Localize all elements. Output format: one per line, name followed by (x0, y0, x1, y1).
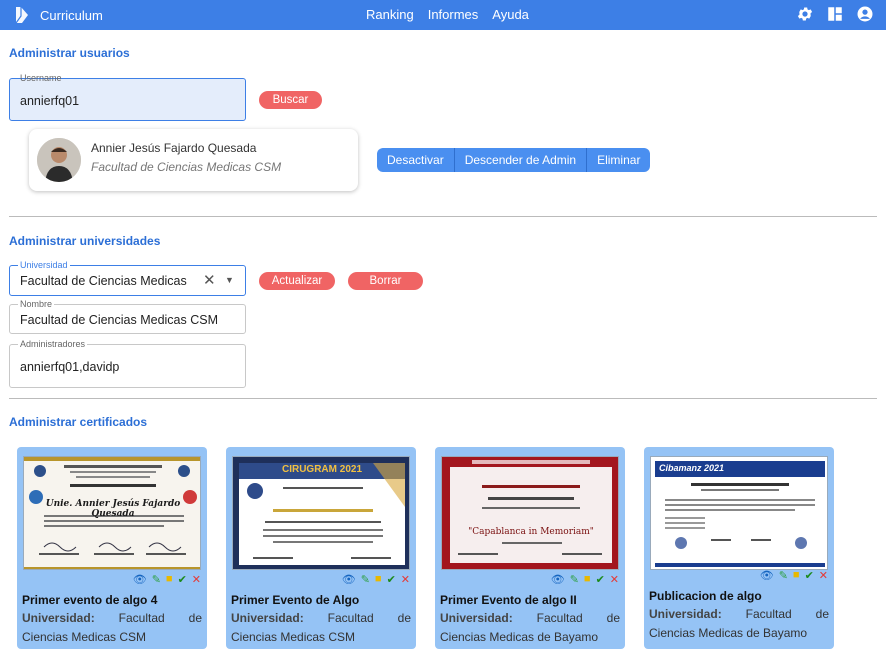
nav-ranking[interactable]: Ranking (366, 7, 414, 22)
university-label: Universidad (18, 259, 70, 271)
avatar (37, 138, 81, 182)
view-icon[interactable]: 👁 (760, 569, 774, 582)
app-title: Curriculum (40, 7, 103, 23)
reject-icon[interactable]: ✕ (610, 573, 619, 586)
delete-university-button[interactable]: Borrar (348, 272, 423, 290)
username-field[interactable]: Username annierfq01 (9, 73, 246, 121)
reject-icon[interactable]: ✕ (819, 569, 828, 582)
reject-icon[interactable]: ✕ (192, 573, 201, 586)
name-label: Nombre (18, 298, 55, 310)
approve-icon[interactable]: ✔ (178, 573, 187, 586)
edit-icon[interactable]: ✎ (361, 573, 370, 586)
edit-icon[interactable]: ✎ (779, 569, 788, 582)
chevron-down-icon[interactable]: ▼ (225, 275, 234, 285)
certificate-thumbnail[interactable]: Cibamanz 2021 (650, 456, 828, 570)
search-button[interactable]: Buscar (259, 91, 322, 109)
name-field[interactable]: Nombre Facultad de Ciencias Medicas CSM (9, 298, 246, 334)
logo-icon (15, 7, 28, 24)
user-faculty: Facultad de Ciencias Medicas CSM (91, 160, 282, 174)
certificate-card[interactable]: CIRUGRAM 2021 👁 ✎ ■ ✔ ✕ Primer Evento de… (226, 447, 416, 649)
certificate-thumbnail-text: Unie. Annier Jesús Fajardo Quesada (45, 499, 181, 519)
delete-user-button[interactable]: Eliminar (587, 148, 651, 172)
admins-value: annierfq01,davidp (20, 360, 120, 374)
folder-icon[interactable]: ■ (166, 573, 173, 586)
certificate-card[interactable]: Unie. Annier Jesús Fajardo Quesada 👁 ✎ ■… (17, 447, 207, 649)
certificate-title: Primer Evento de Algo (231, 593, 360, 607)
clear-icon[interactable]: ✕ (203, 271, 216, 289)
university-prefix: Universidad: (440, 611, 513, 625)
approve-icon[interactable]: ✔ (387, 573, 396, 586)
user-result-card[interactable]: Annier Jesús Fajardo Quesada Facultad de… (29, 129, 358, 191)
user-name: Annier Jesús Fajardo Quesada (91, 141, 257, 155)
universities-section-title: Administrar universidades (9, 234, 161, 248)
certificate-thumbnail-text: CIRUGRAM 2021 (281, 464, 363, 475)
demote-admin-button[interactable]: Descender de Admin (454, 148, 588, 172)
brand[interactable]: Curriculum (14, 6, 103, 24)
app-bar: Curriculum Ranking Informes Ayuda (0, 0, 886, 30)
section-divider (9, 216, 877, 217)
certificate-thumbnail[interactable]: "Capablanca in Memoriam" (441, 456, 619, 570)
username-label: Username (20, 73, 62, 83)
university-select[interactable]: Universidad Facultad de Ciencias Medicas… (9, 259, 246, 296)
certificate-thumbnail[interactable]: CIRUGRAM 2021 (232, 456, 410, 570)
deactivate-button[interactable]: Desactivar (377, 148, 455, 172)
gear-icon[interactable] (796, 5, 814, 23)
reject-icon[interactable]: ✕ (401, 573, 410, 586)
nav-ayuda[interactable]: Ayuda (492, 7, 529, 22)
edit-icon[interactable]: ✎ (152, 573, 161, 586)
update-button[interactable]: Actualizar (259, 272, 335, 290)
certificate-university: Universidad: Facultad de Ciencias Medica… (649, 605, 829, 643)
certificate-title: Primer evento de algo 4 (22, 593, 158, 607)
folder-icon[interactable]: ■ (375, 573, 382, 586)
view-icon[interactable]: 👁 (551, 573, 565, 586)
nav-informes[interactable]: Informes (428, 7, 479, 22)
certificates-section-title: Administrar certificados (9, 415, 148, 429)
users-section-title: Administrar usuarios (9, 46, 130, 60)
certificate-university: Universidad: Facultad de Ciencias Medica… (440, 609, 620, 647)
admins-label: Administradores (18, 338, 88, 350)
view-icon[interactable]: 👁 (342, 573, 356, 586)
certificate-title: Primer Evento de algo II (440, 593, 577, 607)
certificate-university: Universidad: Facultad de Ciencias Medica… (22, 609, 202, 647)
certificate-card[interactable]: "Capablanca in Memoriam" 👁 ✎ ■ ✔ ✕ Prime… (435, 447, 625, 649)
approve-icon[interactable]: ✔ (596, 573, 605, 586)
approve-icon[interactable]: ✔ (805, 569, 814, 582)
edit-icon[interactable]: ✎ (570, 573, 579, 586)
certificate-title: Publicacion de algo (649, 589, 762, 603)
certificate-thumbnail-text: Cibamanz 2021 (659, 463, 725, 473)
account-icon[interactable] (856, 5, 874, 23)
folder-icon[interactable]: ■ (584, 573, 591, 586)
name-value: Facultad de Ciencias Medicas CSM (20, 313, 218, 327)
university-prefix: Universidad: (649, 607, 722, 621)
university-prefix: Universidad: (22, 611, 95, 625)
dashboard-icon[interactable] (826, 5, 844, 23)
section-divider (9, 398, 877, 399)
university-prefix: Universidad: (231, 611, 304, 625)
university-value: Facultad de Ciencias Medicas (20, 274, 187, 288)
user-actions: Desactivar Descender de Admin Eliminar (377, 148, 651, 172)
certificate-university: Universidad: Facultad de Ciencias Medica… (231, 609, 411, 647)
certificate-thumbnail-text: "Capablanca in Memoriam" (468, 527, 594, 537)
username-value: annierfq01 (20, 94, 80, 108)
admins-field[interactable]: Administradores annierfq01,davidp (9, 338, 246, 388)
certificate-card[interactable]: Cibamanz 2021 👁 ✎ ■ ✔ ✕ Publicacion de a… (644, 447, 834, 649)
view-icon[interactable]: 👁 (133, 573, 147, 586)
certificate-thumbnail[interactable]: Unie. Annier Jesús Fajardo Quesada (23, 456, 201, 570)
folder-icon[interactable]: ■ (793, 569, 800, 582)
